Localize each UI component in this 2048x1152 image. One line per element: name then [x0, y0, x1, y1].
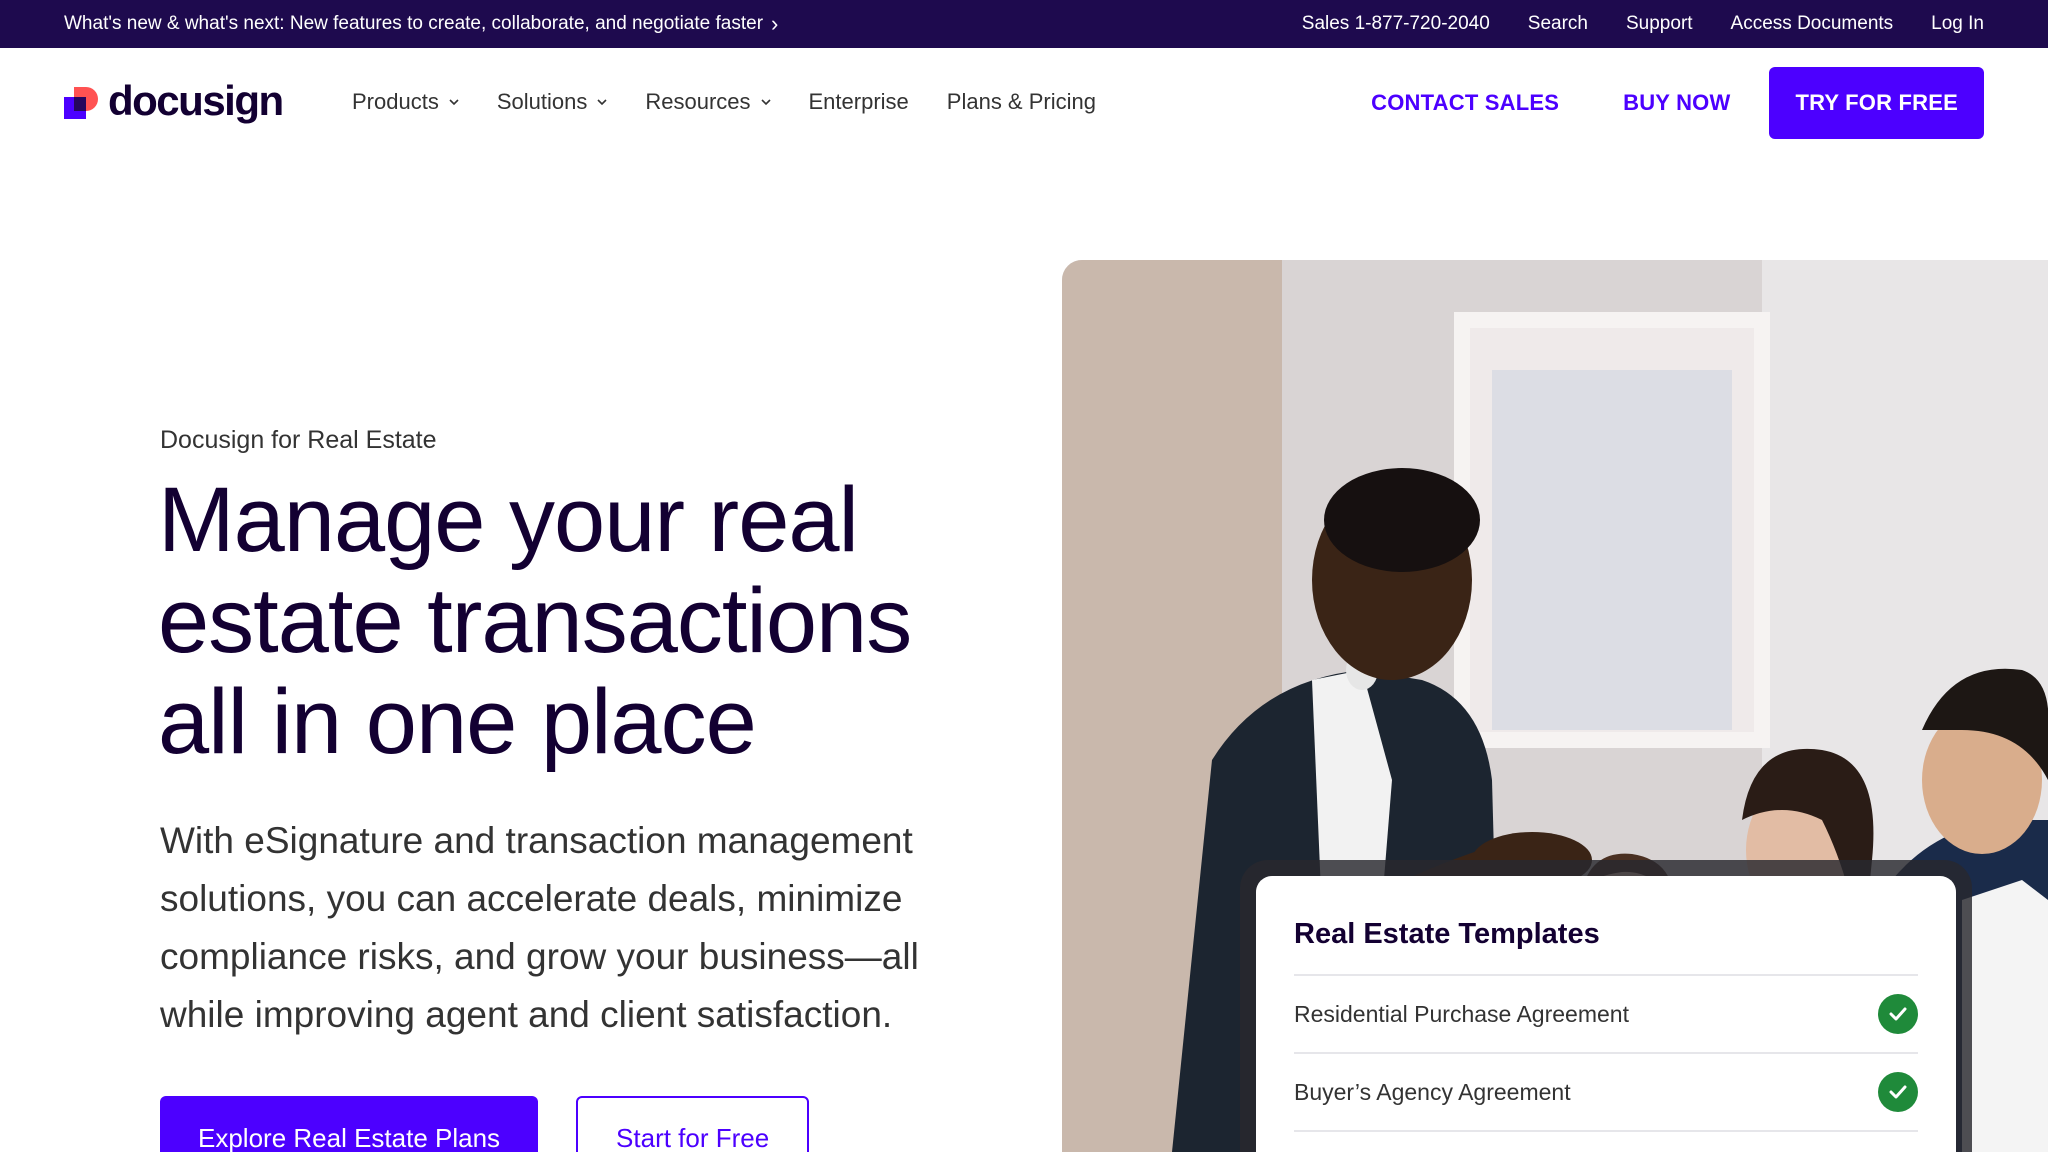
- templates-card: Real Estate Templates Residential Purcha…: [1256, 876, 1956, 1152]
- check-icon: [1878, 1072, 1918, 1112]
- template-label: Residential Purchase Agreement: [1294, 1000, 1629, 1027]
- chevron-down-icon: [760, 99, 771, 106]
- nav-products[interactable]: Products: [352, 89, 459, 115]
- nav-plans-pricing[interactable]: Plans & Pricing: [947, 89, 1096, 115]
- try-for-free-button[interactable]: TRY FOR FREE: [1769, 67, 1984, 139]
- support-link[interactable]: Support: [1626, 13, 1693, 35]
- nav-resources-label: Resources: [645, 89, 751, 114]
- nav-resources[interactable]: Resources: [645, 89, 771, 115]
- nav-solutions-label: Solutions: [496, 89, 588, 114]
- logo-text: docusign: [108, 77, 284, 124]
- contact-sales-button[interactable]: CONTACT SALES: [1371, 90, 1559, 116]
- explore-plans-button[interactable]: Explore Real Estate Plans: [160, 1096, 539, 1152]
- nav-actions: CONTACT SALES BUY NOW TRY FOR FREE: [1371, 67, 1984, 139]
- nav-solutions[interactable]: Solutions: [497, 89, 608, 115]
- hero-subcopy: With eSignature and transaction manageme…: [160, 820, 919, 1035]
- hero-headline: Manage your real estate transactions all…: [158, 469, 912, 773]
- chevron-down-icon: [597, 99, 607, 106]
- announcement-link[interactable]: What's new & what's next: New features t…: [64, 0, 778, 48]
- primary-menu: Products Solutions Resources Enterprise …: [352, 48, 1096, 156]
- utility-nav: Sales 1-877-720-2040 Search Support Acce…: [1302, 0, 1984, 48]
- template-label: Buyer’s Agency Agreement: [1294, 1078, 1571, 1105]
- check-icon: [1878, 994, 1918, 1034]
- nav-enterprise-label: Enterprise: [808, 89, 909, 114]
- template-row-buyers-agency[interactable]: Buyer’s Agency Agreement: [1294, 1052, 1918, 1130]
- nav-products-label: Products: [352, 89, 439, 114]
- buy-now-button[interactable]: BUY NOW: [1623, 90, 1730, 116]
- main-nav: docusign Products Solutions Resources En…: [0, 48, 2048, 156]
- chevron-right-icon: ›: [771, 11, 779, 36]
- hero-cta-row: Explore Real Estate Plans Start for Free: [160, 1096, 810, 1152]
- nav-enterprise[interactable]: Enterprise: [809, 89, 909, 115]
- announcement-text: What's new & what's next: New features t…: [64, 13, 764, 34]
- search-link[interactable]: Search: [1528, 13, 1588, 35]
- logo-mark-icon: [64, 83, 100, 119]
- start-for-free-button[interactable]: Start for Free: [576, 1096, 810, 1152]
- sales-phone-link[interactable]: Sales 1-877-720-2040: [1302, 13, 1490, 35]
- template-row-partial: [1294, 1130, 1918, 1152]
- announcement-bar: What's new & what's next: New features t…: [0, 0, 2048, 48]
- docusign-logo[interactable]: docusign: [64, 77, 284, 125]
- chevron-down-icon: [449, 99, 459, 106]
- hero-eyebrow: Docusign for Real Estate: [160, 426, 437, 454]
- access-documents-link[interactable]: Access Documents: [1731, 13, 1894, 35]
- nav-plans-pricing-label: Plans & Pricing: [946, 89, 1096, 114]
- templates-card-title: Real Estate Templates: [1294, 918, 1600, 950]
- template-row-residential-purchase[interactable]: Residential Purchase Agreement: [1294, 974, 1918, 1052]
- log-in-link[interactable]: Log In: [1931, 13, 1984, 35]
